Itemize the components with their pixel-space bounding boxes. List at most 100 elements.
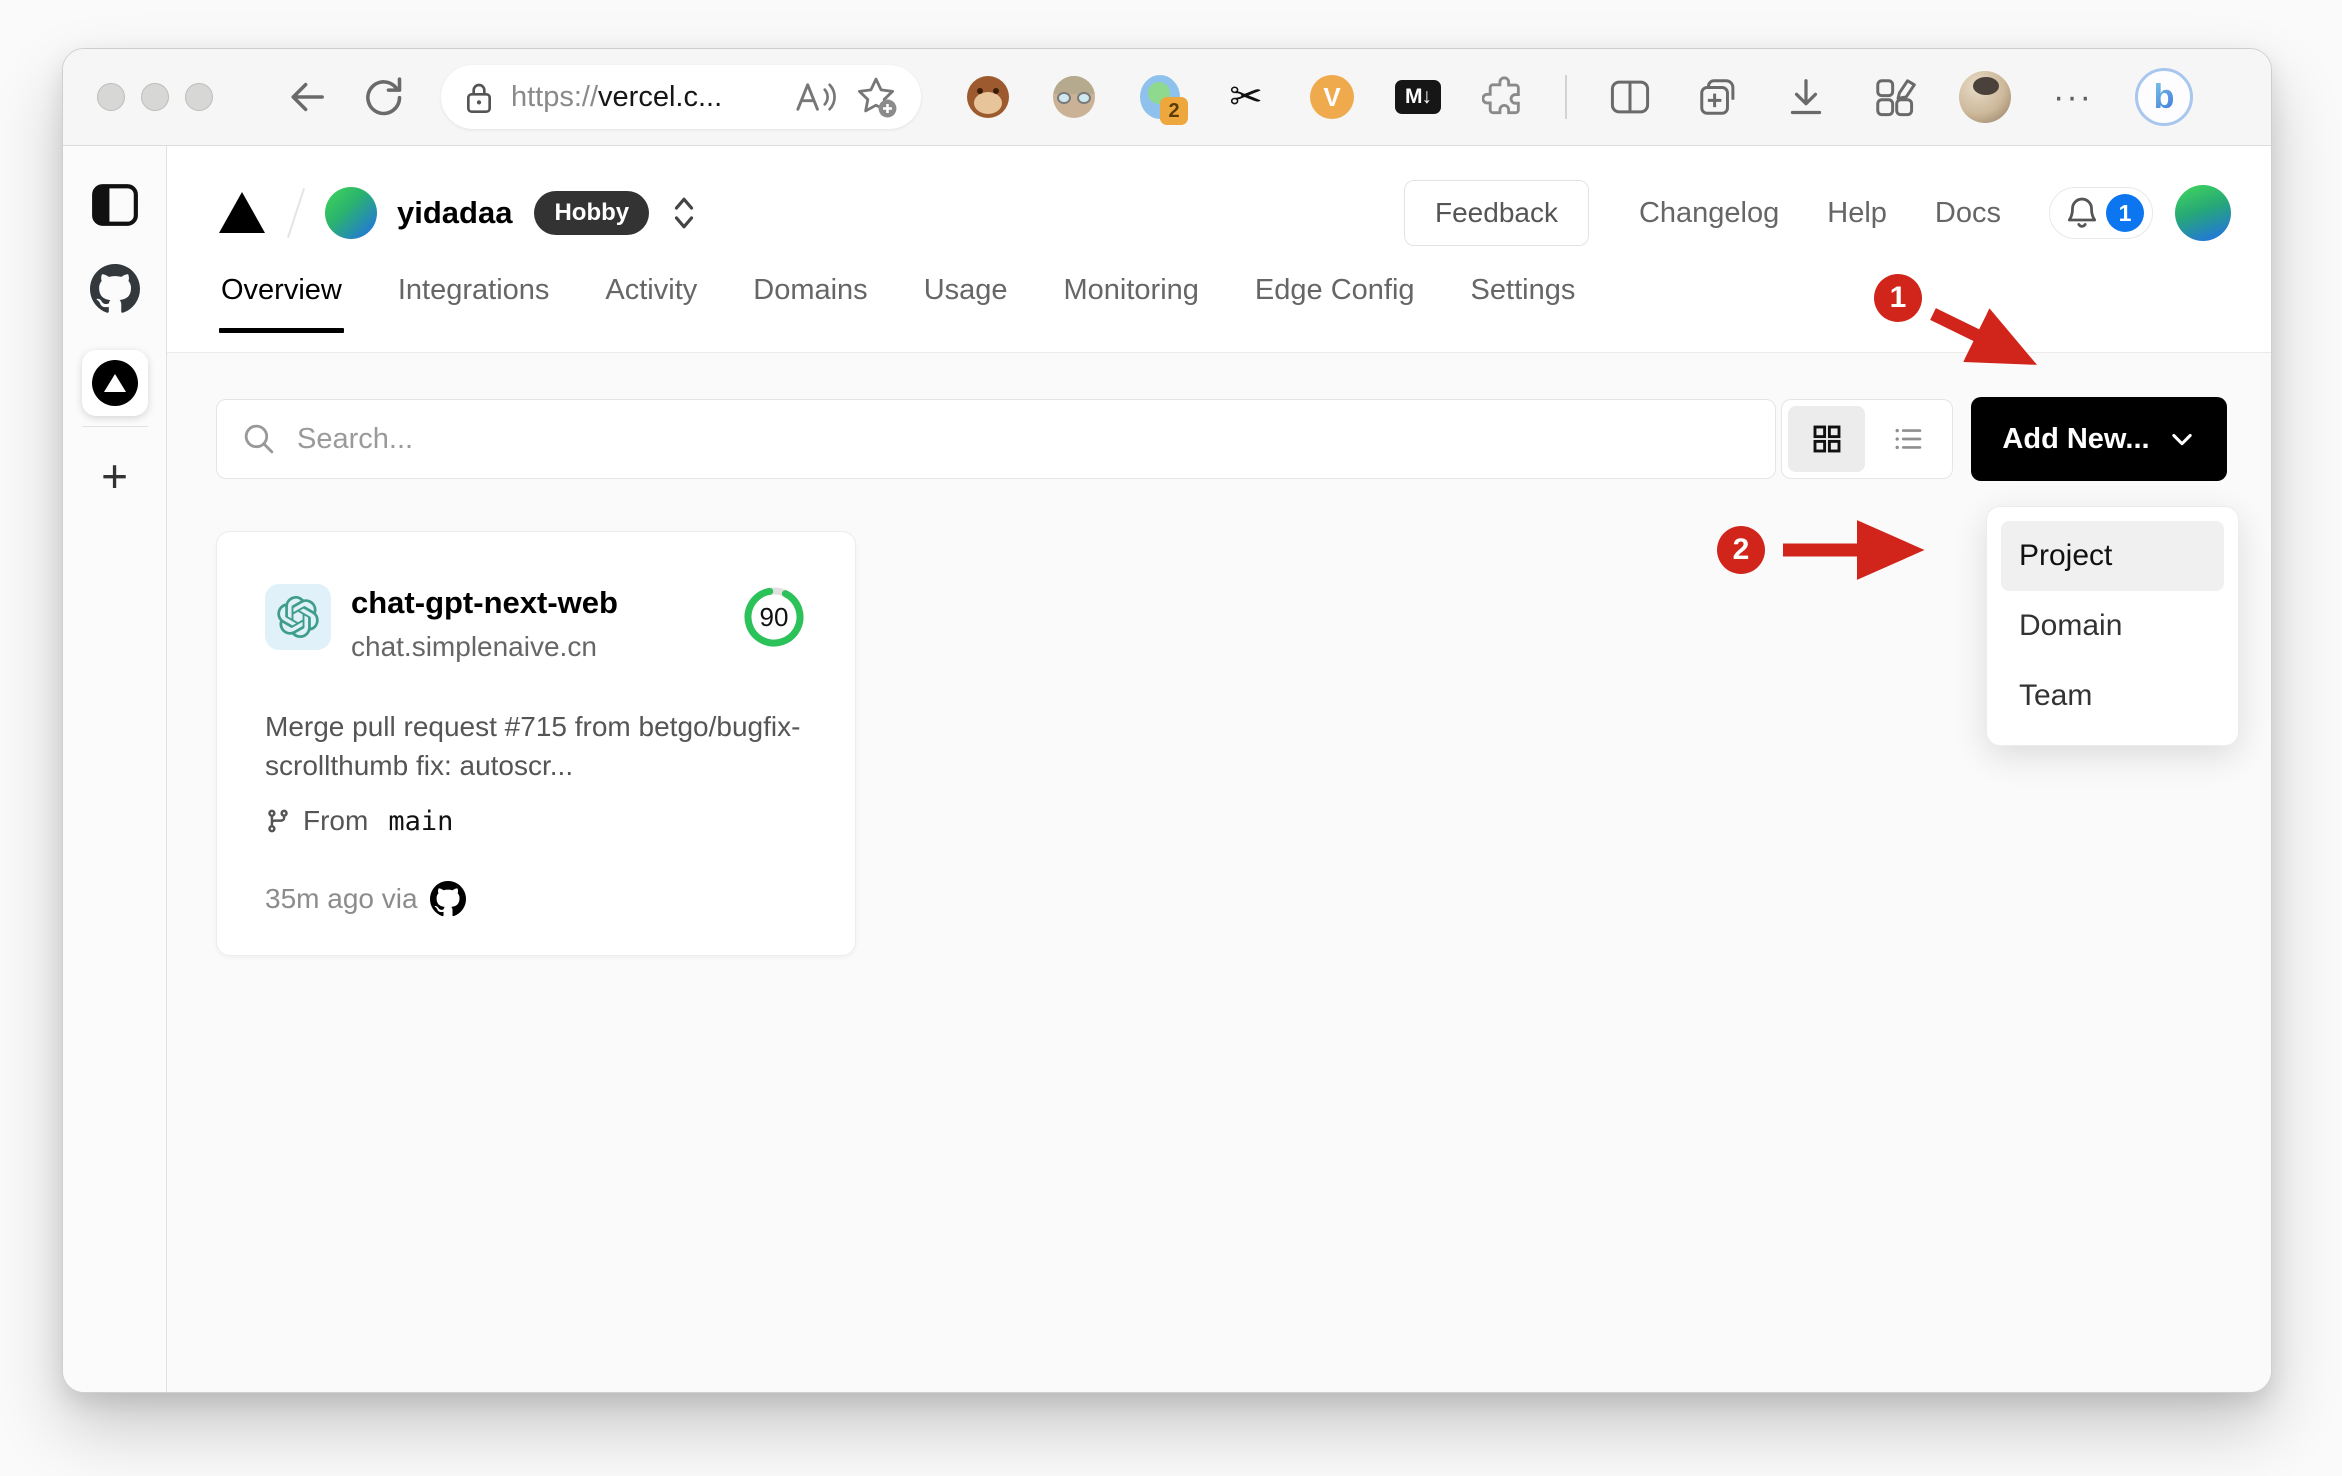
- team-name[interactable]: yidadaa: [397, 195, 512, 231]
- plan-badge: Hobby: [534, 191, 650, 235]
- puzzle-icon: [1482, 76, 1520, 115]
- tab-settings[interactable]: Settings: [1469, 274, 1578, 333]
- read-aloud-button[interactable]: [793, 79, 837, 115]
- translate-badge: 2: [1160, 97, 1188, 125]
- deployment-meta: 35m ago via: [265, 881, 807, 917]
- score-value: 90: [759, 601, 789, 632]
- project-domain[interactable]: chat.simplenaive.cn: [351, 631, 618, 663]
- tab-usage[interactable]: Usage: [922, 274, 1010, 333]
- user-avatar[interactable]: [2175, 185, 2231, 241]
- overview-content: Add New... Project Domain Team: [167, 353, 2271, 1392]
- translate-extension-icon[interactable]: 2: [1137, 74, 1188, 125]
- collections-icon: [1700, 79, 1735, 115]
- list-view-button[interactable]: [1869, 406, 1946, 472]
- reload-button[interactable]: [361, 75, 405, 119]
- granny-extension-icon[interactable]: [1051, 74, 1097, 120]
- grid-view-button[interactable]: [1788, 406, 1865, 472]
- changelog-link[interactable]: Changelog: [1639, 197, 1779, 230]
- bing-chat-button[interactable]: b: [2134, 68, 2193, 126]
- address-bar[interactable]: https://vercel.c...: [441, 65, 921, 129]
- chevron-updown-icon: [675, 197, 694, 229]
- tab-domains[interactable]: Domains: [751, 274, 869, 333]
- split-screen-icon: [1610, 80, 1650, 114]
- ellipsis-icon: ···: [2053, 77, 2093, 116]
- reload-icon: [366, 77, 402, 116]
- add-new-label: Add New...: [2002, 422, 2150, 455]
- url-text: https://vercel.c...: [511, 81, 722, 114]
- clipper-extension-icon[interactable]: ✂: [1223, 74, 1269, 120]
- branch-name: main: [388, 805, 454, 837]
- tab-integrations[interactable]: Integrations: [396, 274, 552, 333]
- sidebar-vercel-tab-active[interactable]: [81, 350, 148, 416]
- v-extension-icon[interactable]: V: [1309, 74, 1355, 120]
- help-link[interactable]: Help: [1827, 197, 1887, 230]
- extensions-menu-button[interactable]: [1481, 74, 1527, 120]
- zoom-window-button[interactable]: [185, 83, 213, 111]
- downloads-button[interactable]: [1783, 74, 1829, 120]
- browser-profile-avatar[interactable]: [1959, 71, 2011, 123]
- vercel-logo[interactable]: [217, 190, 267, 236]
- chevron-down-icon: [2171, 433, 2192, 446]
- workspaces-button[interactable]: [1871, 74, 1917, 120]
- breadcrumb-slash: [287, 187, 305, 239]
- tab-edge-config[interactable]: Edge Config: [1253, 274, 1417, 333]
- add-new-button[interactable]: Add New...: [1971, 397, 2227, 481]
- window-controls: [97, 83, 213, 111]
- team-avatar[interactable]: [325, 187, 377, 239]
- search-input[interactable]: [297, 422, 1751, 456]
- notifications-button[interactable]: 1: [2049, 187, 2153, 239]
- star-plus-icon: [857, 77, 897, 118]
- markdown-extension-icon[interactable]: M↓: [1395, 74, 1441, 120]
- close-window-button[interactable]: [97, 83, 125, 111]
- bing-icon: b: [2134, 68, 2193, 126]
- tab-overview[interactable]: Overview: [219, 274, 344, 333]
- split-screen-button[interactable]: [1607, 75, 1653, 119]
- openai-icon: [277, 596, 319, 638]
- bell-icon: [2067, 197, 2097, 228]
- back-button[interactable]: [285, 75, 329, 119]
- tab-monitoring[interactable]: Monitoring: [1062, 274, 1201, 333]
- dropdown-item-domain[interactable]: Domain: [2001, 591, 2224, 661]
- dropdown-item-project[interactable]: Project: [2001, 521, 2224, 591]
- plus-icon: +: [101, 450, 128, 502]
- project-name[interactable]: chat-gpt-next-web: [351, 584, 618, 623]
- project-search[interactable]: [216, 399, 1776, 479]
- tampermonkey-extension-icon[interactable]: [965, 74, 1011, 120]
- team-switcher-button[interactable]: [669, 193, 699, 233]
- tab-activity[interactable]: Activity: [603, 274, 699, 333]
- add-favorite-button[interactable]: [853, 74, 899, 120]
- scissors-icon: ✂: [1229, 75, 1263, 119]
- feedback-button[interactable]: Feedback: [1404, 180, 1589, 246]
- lighthouse-score: 90: [741, 584, 807, 650]
- commit-message: Merge pull request #715 from betgo/bugfi…: [265, 710, 801, 781]
- url-host: vercel.c...: [598, 80, 723, 113]
- dropdown-item-team[interactable]: Team: [2001, 661, 2224, 731]
- v-icon: V: [1310, 75, 1354, 119]
- sidebar-panel-icon: [91, 184, 138, 226]
- add-new-dropdown: Project Domain Team: [1986, 506, 2239, 746]
- lock-icon: [467, 83, 491, 113]
- download-icon: [1790, 79, 1822, 115]
- workspaces-icon: [1876, 79, 1916, 117]
- browser-sidebar: +: [63, 146, 167, 1392]
- minimize-window-button[interactable]: [141, 83, 169, 111]
- search-icon: [244, 424, 274, 454]
- project-card[interactable]: chat-gpt-next-web chat.simplenaive.cn 90…: [216, 531, 856, 956]
- docs-link[interactable]: Docs: [1935, 197, 2001, 230]
- markdown-download-icon: M↓: [1395, 80, 1441, 114]
- browser-window: https://vercel.c... 2 ✂ V M↓ ··· b + yid…: [62, 48, 2272, 1393]
- list-view-icon: [1895, 428, 1921, 450]
- monkey-icon: [967, 76, 1009, 118]
- notification-count-badge: 1: [2106, 194, 2144, 232]
- toolbar-right-group: ··· b: [1607, 68, 2193, 126]
- settings-menu-button[interactable]: ···: [2053, 78, 2093, 117]
- sidebar-toggle-button[interactable]: [90, 182, 140, 228]
- collections-button[interactable]: [1695, 74, 1741, 120]
- grid-view-icon: [1813, 425, 1840, 453]
- dashboard-tabs: Overview Integrations Activity Domains U…: [219, 274, 1577, 333]
- sidebar-new-tab-button[interactable]: +: [101, 453, 128, 499]
- back-arrow-icon: [291, 82, 324, 112]
- translate-icon: 2: [1140, 75, 1188, 125]
- sidebar-github-tab[interactable]: [89, 264, 140, 314]
- from-label: From: [303, 805, 369, 837]
